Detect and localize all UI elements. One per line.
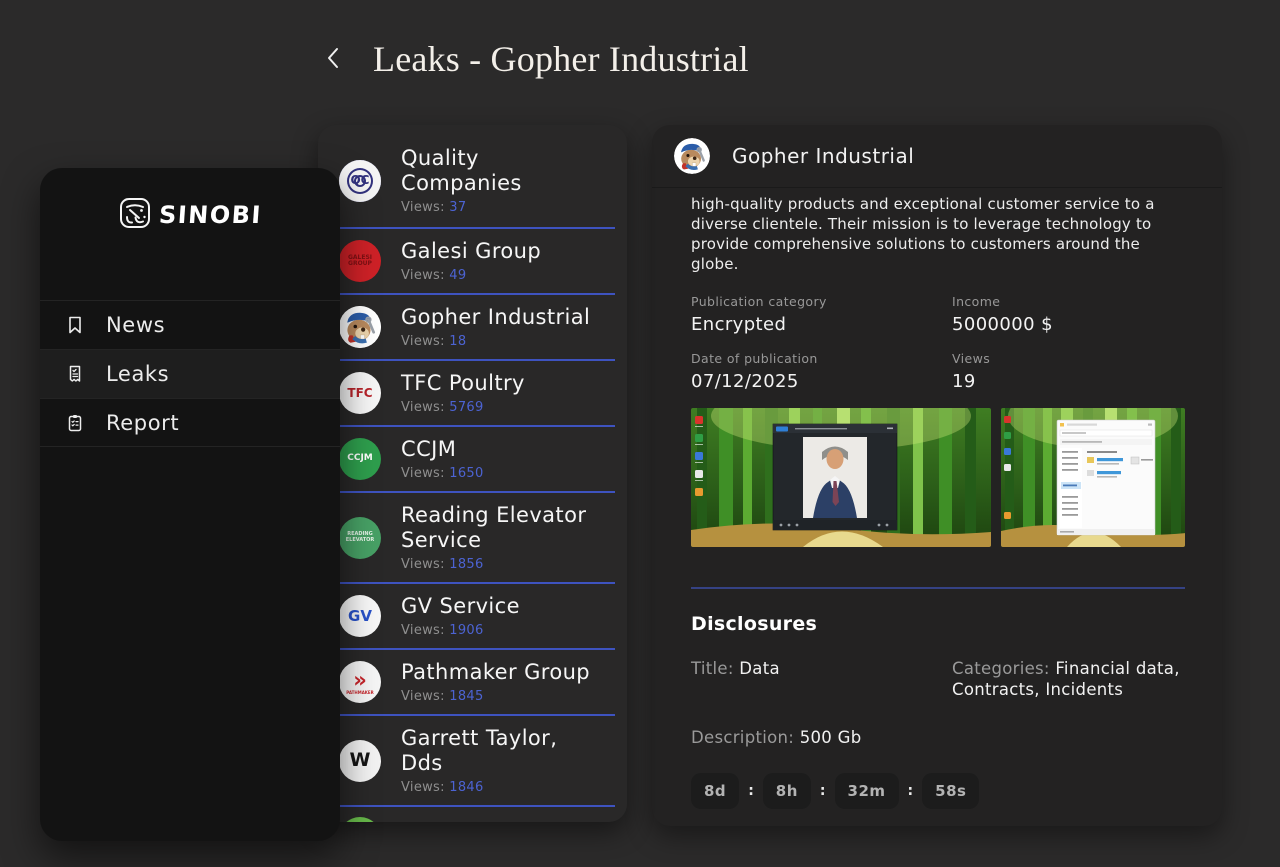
field-date-of-publication: Date of publication 07/12/2025 <box>691 351 952 392</box>
detail-header: Gopher Industrial <box>652 125 1222 188</box>
field-views: Views 19 <box>952 351 1185 392</box>
logo-wordmark: SINOBI <box>158 201 263 229</box>
disclosure-description: Description: 500 Gb <box>691 727 1185 748</box>
detail-body: high-quality products and exceptional cu… <box>652 194 1222 809</box>
ccjm-logo-icon: CCJM <box>339 438 381 480</box>
company-list-item-gopher-industrial[interactable]: Gopher Industrial Views: 18 <box>318 295 615 361</box>
receipt-icon <box>64 363 86 385</box>
sidebar-item-news[interactable]: News <box>40 300 340 349</box>
quality-companies-logo-icon: QC <box>339 160 381 202</box>
disclosure-info: Title: Data Categories: Financial data, … <box>691 658 1185 700</box>
countdown-hours: 8h <box>763 773 811 809</box>
company-description: high-quality products and exceptional cu… <box>691 194 1185 274</box>
countdown-colon: : <box>748 783 754 799</box>
gopher-industrial-logo-icon <box>339 306 381 348</box>
disclosure-categories: Categories: Financial data, Contracts, I… <box>952 658 1185 700</box>
countdown-days: 8d <box>691 773 739 809</box>
screenshot-thumbnail-2[interactable] <box>1001 408 1185 547</box>
section-divider <box>691 587 1185 589</box>
sidebar-menu: News Leaks <box>40 300 340 447</box>
company-list-item-quality-companies[interactable]: QC Quality Companies Views: 37 <box>318 125 615 229</box>
countdown-colon: : <box>908 783 914 799</box>
company-list-item-reading-elevator-service[interactable]: READINGELEVATOR Reading Elevator Service… <box>318 493 615 584</box>
screenshots-row <box>691 408 1185 547</box>
page: Leaks - Gopher Industrial <box>0 0 1280 867</box>
leak-detail-panel: Gopher Industrial high-quality products … <box>652 125 1222 826</box>
reading-elevator-service-logo-icon: READINGELEVATOR <box>339 517 381 559</box>
sidebar-item-report[interactable]: Report <box>40 398 340 447</box>
sidebar: SINOBI News Leaks <box>40 168 340 841</box>
tfc-poultry-logo-icon: TFC <box>339 372 381 414</box>
bookmark-icon <box>64 314 86 336</box>
back-button[interactable] <box>322 46 344 72</box>
garrett-taylor-dds-logo-icon: W <box>339 740 381 782</box>
disclosures-heading: Disclosures <box>691 613 1185 635</box>
sidebar-item-leaks[interactable]: Leaks <box>40 349 340 398</box>
gopher-industrial-logo-icon <box>674 138 710 174</box>
publication-fields: Publication category Encrypted Income 50… <box>691 294 1185 392</box>
company-list-item-garrett-taylor-dds[interactable]: W Garrett Taylor, Dds Views: 1846 <box>318 716 615 807</box>
pathmaker-group-logo-icon: »PATHMAKER <box>339 661 381 703</box>
companies-list-panel: QC Quality Companies Views: 37 GALESIGRO… <box>318 125 627 822</box>
countdown-colon: : <box>820 783 826 799</box>
clipboard-icon <box>64 412 86 434</box>
detail-company-name: Gopher Industrial <box>732 144 914 168</box>
company-list-item-secure-network[interactable]: Secure Network <box>318 807 615 822</box>
company-list-item-pathmaker-group[interactable]: »PATHMAKER Pathmaker Group Views: 1845 <box>318 650 615 716</box>
chevron-left-icon <box>326 47 340 72</box>
company-list-item-galesi-group[interactable]: GALESIGROUP Galesi Group Views: 49 <box>318 229 615 295</box>
kanji-shinobi-icon <box>119 197 151 233</box>
gv-service-logo-icon: GV <box>339 595 381 637</box>
field-publication-category: Publication category Encrypted <box>691 294 952 335</box>
company-list-item-ccjm[interactable]: CCJM CCJM Views: 1650 <box>318 427 615 493</box>
screenshot-thumbnail-1[interactable] <box>691 408 991 547</box>
page-title: Leaks - Gopher Industrial <box>373 38 749 80</box>
company-list-item-tfc-poultry[interactable]: TFC TFC Poultry Views: 5769 <box>318 361 615 427</box>
field-income: Income 5000000 $ <box>952 294 1185 335</box>
countdown-seconds: 58s <box>922 773 979 809</box>
countdown-minutes: 32m <box>835 773 899 809</box>
galesi-group-logo-icon: GALESIGROUP <box>339 240 381 282</box>
disclosure-title: Title: Data <box>691 658 952 700</box>
company-list-item-gv-service[interactable]: GV GV Service Views: 1906 <box>318 584 615 650</box>
countdown-timer: 8d : 8h : 32m : 58s <box>691 773 1185 809</box>
sinobi-logo: SINOBI <box>40 194 340 236</box>
secure-network-logo-icon <box>339 817 381 822</box>
page-header: Leaks - Gopher Industrial <box>322 38 749 80</box>
